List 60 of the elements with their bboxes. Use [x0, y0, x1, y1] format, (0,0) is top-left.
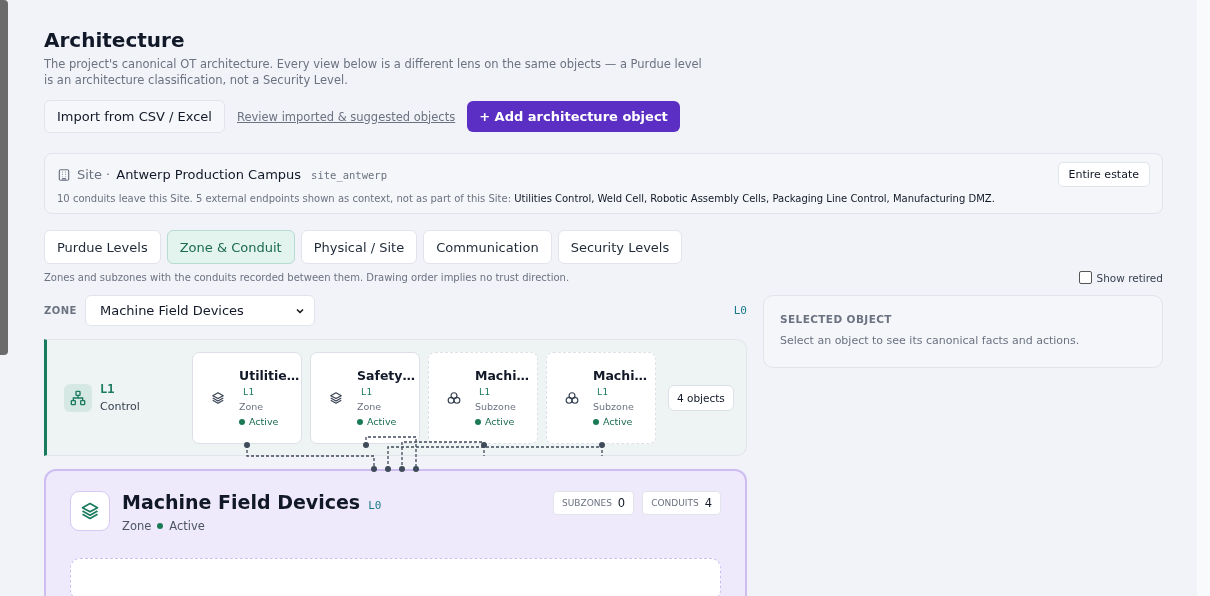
object-title: Machi… [475, 368, 529, 383]
status-text: Active [367, 416, 397, 427]
view-tab[interactable]: Security Levels [557, 230, 683, 264]
site-summary: 10 conduits leave this Site. 5 external endpoints shown as context, not as part of this Site: Utilities Control, Weld Cell, Robotic Assembly Cells, Packaging Line Control, Manufacturing DMZ. [57, 193, 996, 204]
zone-title-level: L0 [368, 499, 382, 512]
circles-icon [565, 390, 579, 405]
object-type: Subzone [475, 401, 517, 412]
page-title: Architecture [44, 27, 186, 54]
import-button[interactable]: Import from CSV / Excel [44, 100, 225, 133]
object-type: Subzone [593, 401, 635, 412]
add-object-button[interactable]: + Add architecture object [467, 101, 680, 132]
view-tab[interactable]: Communication [423, 230, 552, 264]
zone-status: Active [169, 519, 205, 533]
status-text: Active [249, 416, 279, 427]
site-name: Antwerp Production Campus [116, 167, 302, 182]
object-title: Utilitie… [239, 368, 300, 383]
zone-card[interactable]: Utilitie… L1 Zone Active [192, 351, 302, 444]
object-level: L1 [360, 387, 373, 397]
object-count: 4 objects [668, 384, 734, 411]
zone-card[interactable]: Safety… L1 Zone Active [310, 351, 420, 444]
object-title: Safety… [357, 368, 415, 383]
zone-select[interactable]: Machine Field Devices [84, 295, 315, 326]
object-type: Zone [239, 401, 265, 412]
view-tab[interactable]: Physical / Site [300, 230, 418, 264]
panel-hint: Select an object to see its canonical facts and actions. [780, 334, 1081, 347]
circles-icon [447, 390, 461, 405]
show-retired-label: Show retired [1096, 271, 1163, 284]
layers-icon [329, 390, 343, 405]
zone-level: L0 [733, 304, 747, 317]
site-id: site_antwerp [311, 168, 387, 181]
site-label: Site · [77, 167, 111, 182]
subzone-card[interactable]: Machi… L1 Subzone Active [546, 351, 656, 444]
show-retired-checkbox[interactable] [1078, 271, 1092, 284]
building-icon [57, 167, 71, 182]
stat-chip: CONDUITS 4 [642, 491, 721, 515]
panel-title: SELECTED OBJECT [780, 313, 893, 325]
object-level: L1 [242, 387, 255, 397]
object-level: L1 [478, 387, 491, 397]
scrollbar-thumb[interactable] [0, 0, 8, 355]
subzone-card[interactable]: Machi… L1 Subzone Active [428, 351, 538, 444]
layers-icon [211, 390, 225, 405]
view-caption: Zones and subzones with the conduits recorded between them. Drawing order implies no trust direction. [44, 272, 570, 283]
object-level: L1 [596, 387, 609, 397]
stat-chip: SUBZONES 0 [553, 491, 635, 515]
layers-icon [80, 501, 100, 521]
review-link[interactable]: Review imported & suggested objects [236, 109, 456, 124]
entire-estate-button[interactable]: Entire estate [1057, 162, 1150, 187]
lane-name: Control [100, 400, 141, 413]
lane-level: L1 [100, 382, 116, 396]
status-text: Active [603, 416, 633, 427]
view-tab[interactable]: Zone & Conduit [166, 230, 295, 264]
view-tab[interactable]: Purdue Levels [44, 230, 161, 264]
zone-label: ZONE [44, 305, 77, 316]
object-type: Zone [357, 401, 383, 412]
hierarchy-icon [64, 383, 92, 412]
zone-title: Machine Field Devices [122, 491, 361, 513]
status-text: Active [485, 416, 515, 427]
zone-type: Zone [122, 519, 152, 533]
object-title: Machi… [593, 368, 647, 383]
page-description: The project's canonical OT architecture. Every view below is a different lens on the same objects — a Purdue level is an architecture classification, not a Security Level. [44, 56, 703, 88]
